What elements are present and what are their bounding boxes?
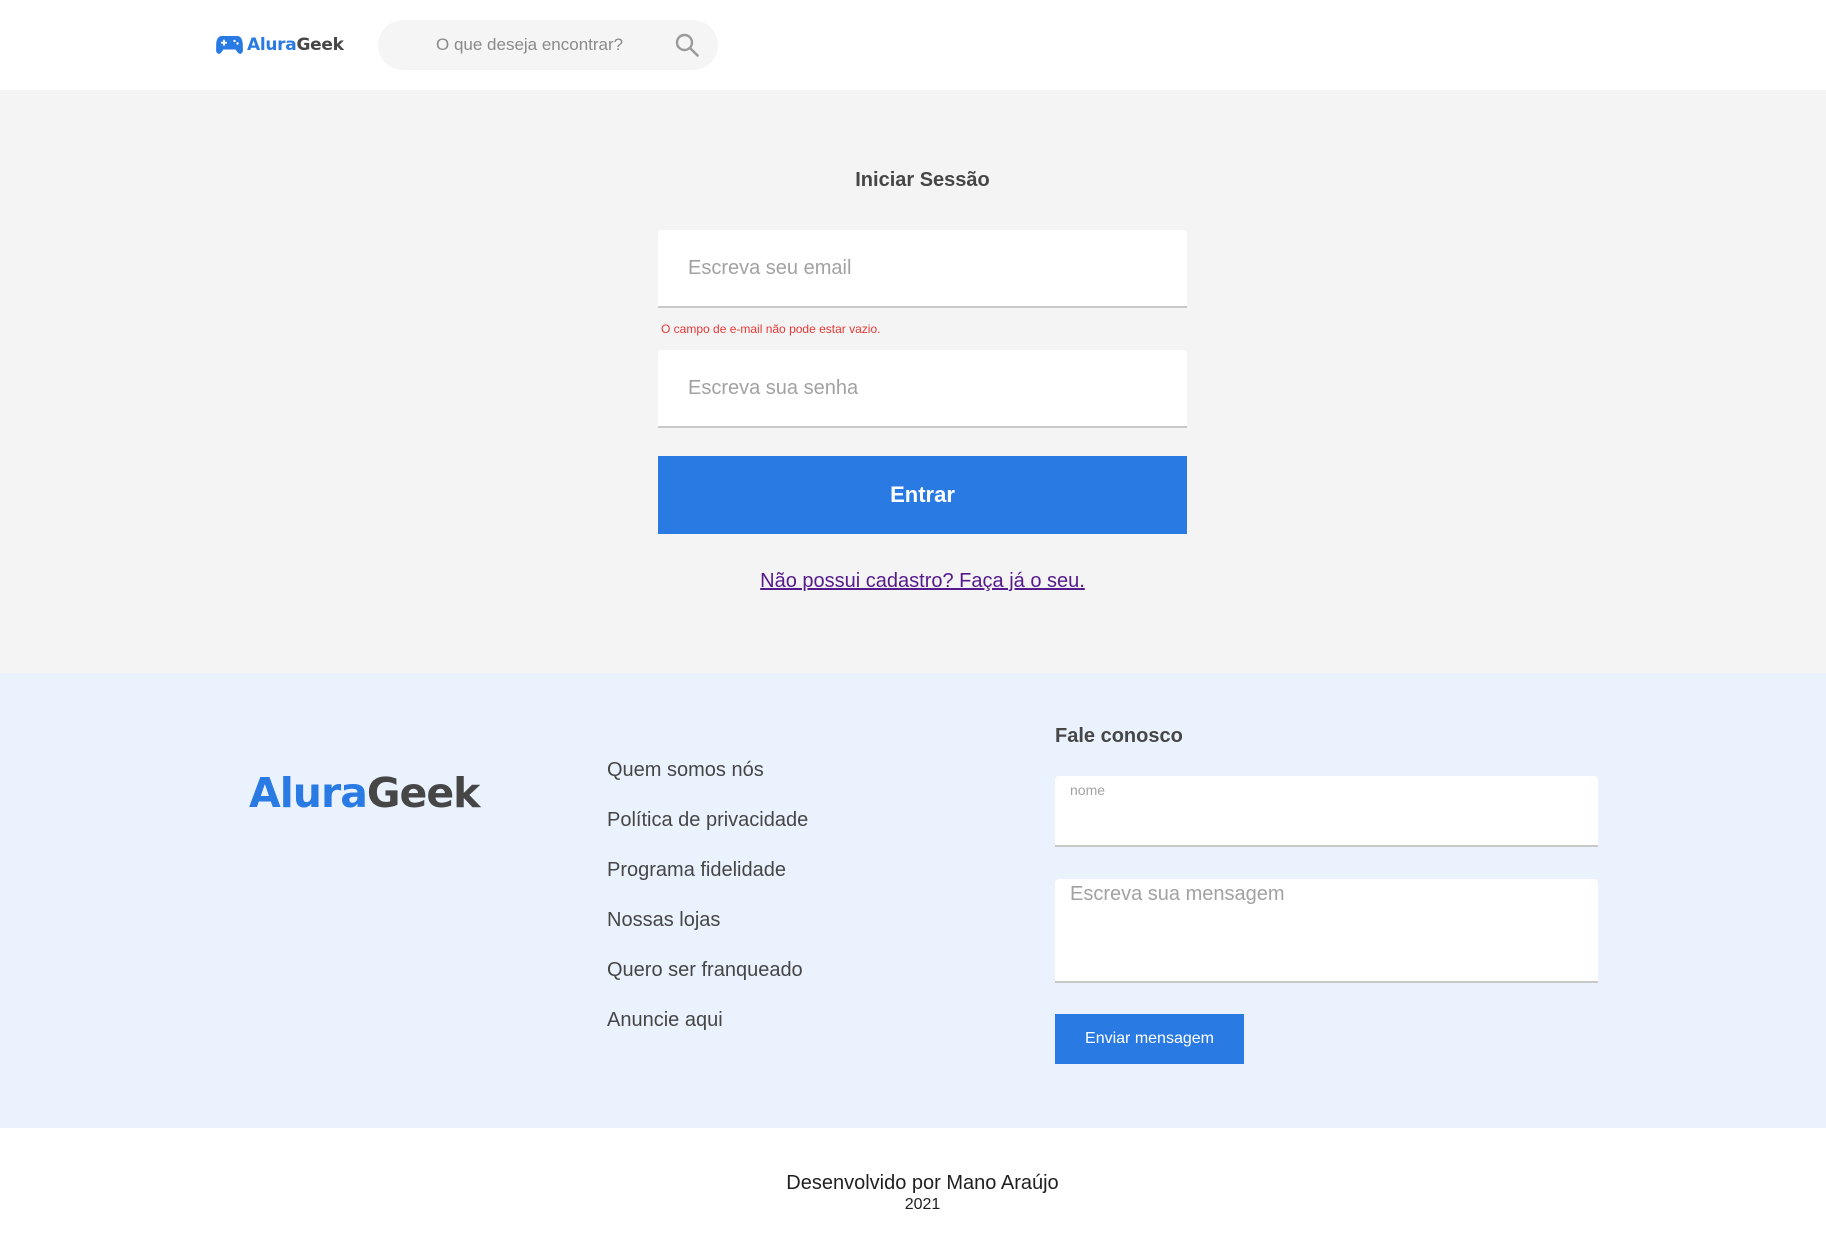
signup-link-container: Não possui cadastro? Faça já o seu. — [0, 570, 1826, 593]
credits-year: 2021 — [904, 1196, 941, 1213]
message-field[interactable] — [1055, 879, 1598, 983]
signup-link[interactable]: Não possui cadastro? Faça já o seu. — [760, 570, 1085, 592]
footer-logo-alura: Alura — [249, 769, 368, 817]
footer-links: Quem somos nós Política de privacidade P… — [607, 759, 808, 1059]
footer-link-franchise[interactable]: Quero ser franqueado — [607, 959, 808, 1009]
send-message-button[interactable]: Enviar mensagem — [1055, 1014, 1244, 1064]
brand-name-alura: Alura — [247, 35, 297, 55]
footer-link-about[interactable]: Quem somos nós — [607, 759, 808, 809]
footer-link-loyalty[interactable]: Programa fidelidade — [607, 859, 808, 909]
name-field[interactable] — [1055, 798, 1598, 844]
brand-name: AluraGeek — [247, 35, 344, 55]
gamepad-icon — [216, 36, 243, 54]
login-title: Iniciar Sessão — [855, 169, 990, 191]
footer-link-advertise[interactable]: Anuncie aqui — [607, 1009, 808, 1059]
footer-logo[interactable]: AluraGeek — [249, 769, 481, 817]
search-bar — [378, 20, 718, 70]
site-header: AluraGeek — [0, 0, 1826, 90]
brand-name-geek: Geek — [296, 35, 344, 55]
credits-author: Desenvolvido por Mano Araújo — [786, 1172, 1059, 1194]
email-error-message: O campo de e-mail não pode estar vazio. — [661, 322, 881, 336]
footer-link-privacy[interactable]: Política de privacidade — [607, 809, 808, 859]
password-field[interactable] — [658, 350, 1187, 428]
footer-link-stores[interactable]: Nossas lojas — [607, 909, 808, 959]
search-input[interactable] — [378, 20, 668, 70]
site-footer: AluraGeek Quem somos nós Política de pri… — [0, 673, 1826, 1128]
login-section: Iniciar Sessão O campo de e-mail não pod… — [0, 90, 1826, 673]
credits: Desenvolvido por Mano Araújo 2021 — [0, 1128, 1826, 1255]
login-button[interactable]: Entrar — [658, 456, 1187, 534]
name-field-box: nome — [1055, 776, 1598, 847]
contact-form: Fale conosco nome Enviar mensagem — [1055, 725, 1598, 1064]
contact-title: Fale conosco — [1055, 725, 1183, 747]
search-icon[interactable] — [674, 32, 700, 58]
brand-logo[interactable]: AluraGeek — [216, 31, 344, 59]
name-field-label: nome — [1070, 782, 1106, 798]
email-field[interactable] — [658, 230, 1187, 308]
footer-logo-geek: Geek — [366, 769, 481, 817]
